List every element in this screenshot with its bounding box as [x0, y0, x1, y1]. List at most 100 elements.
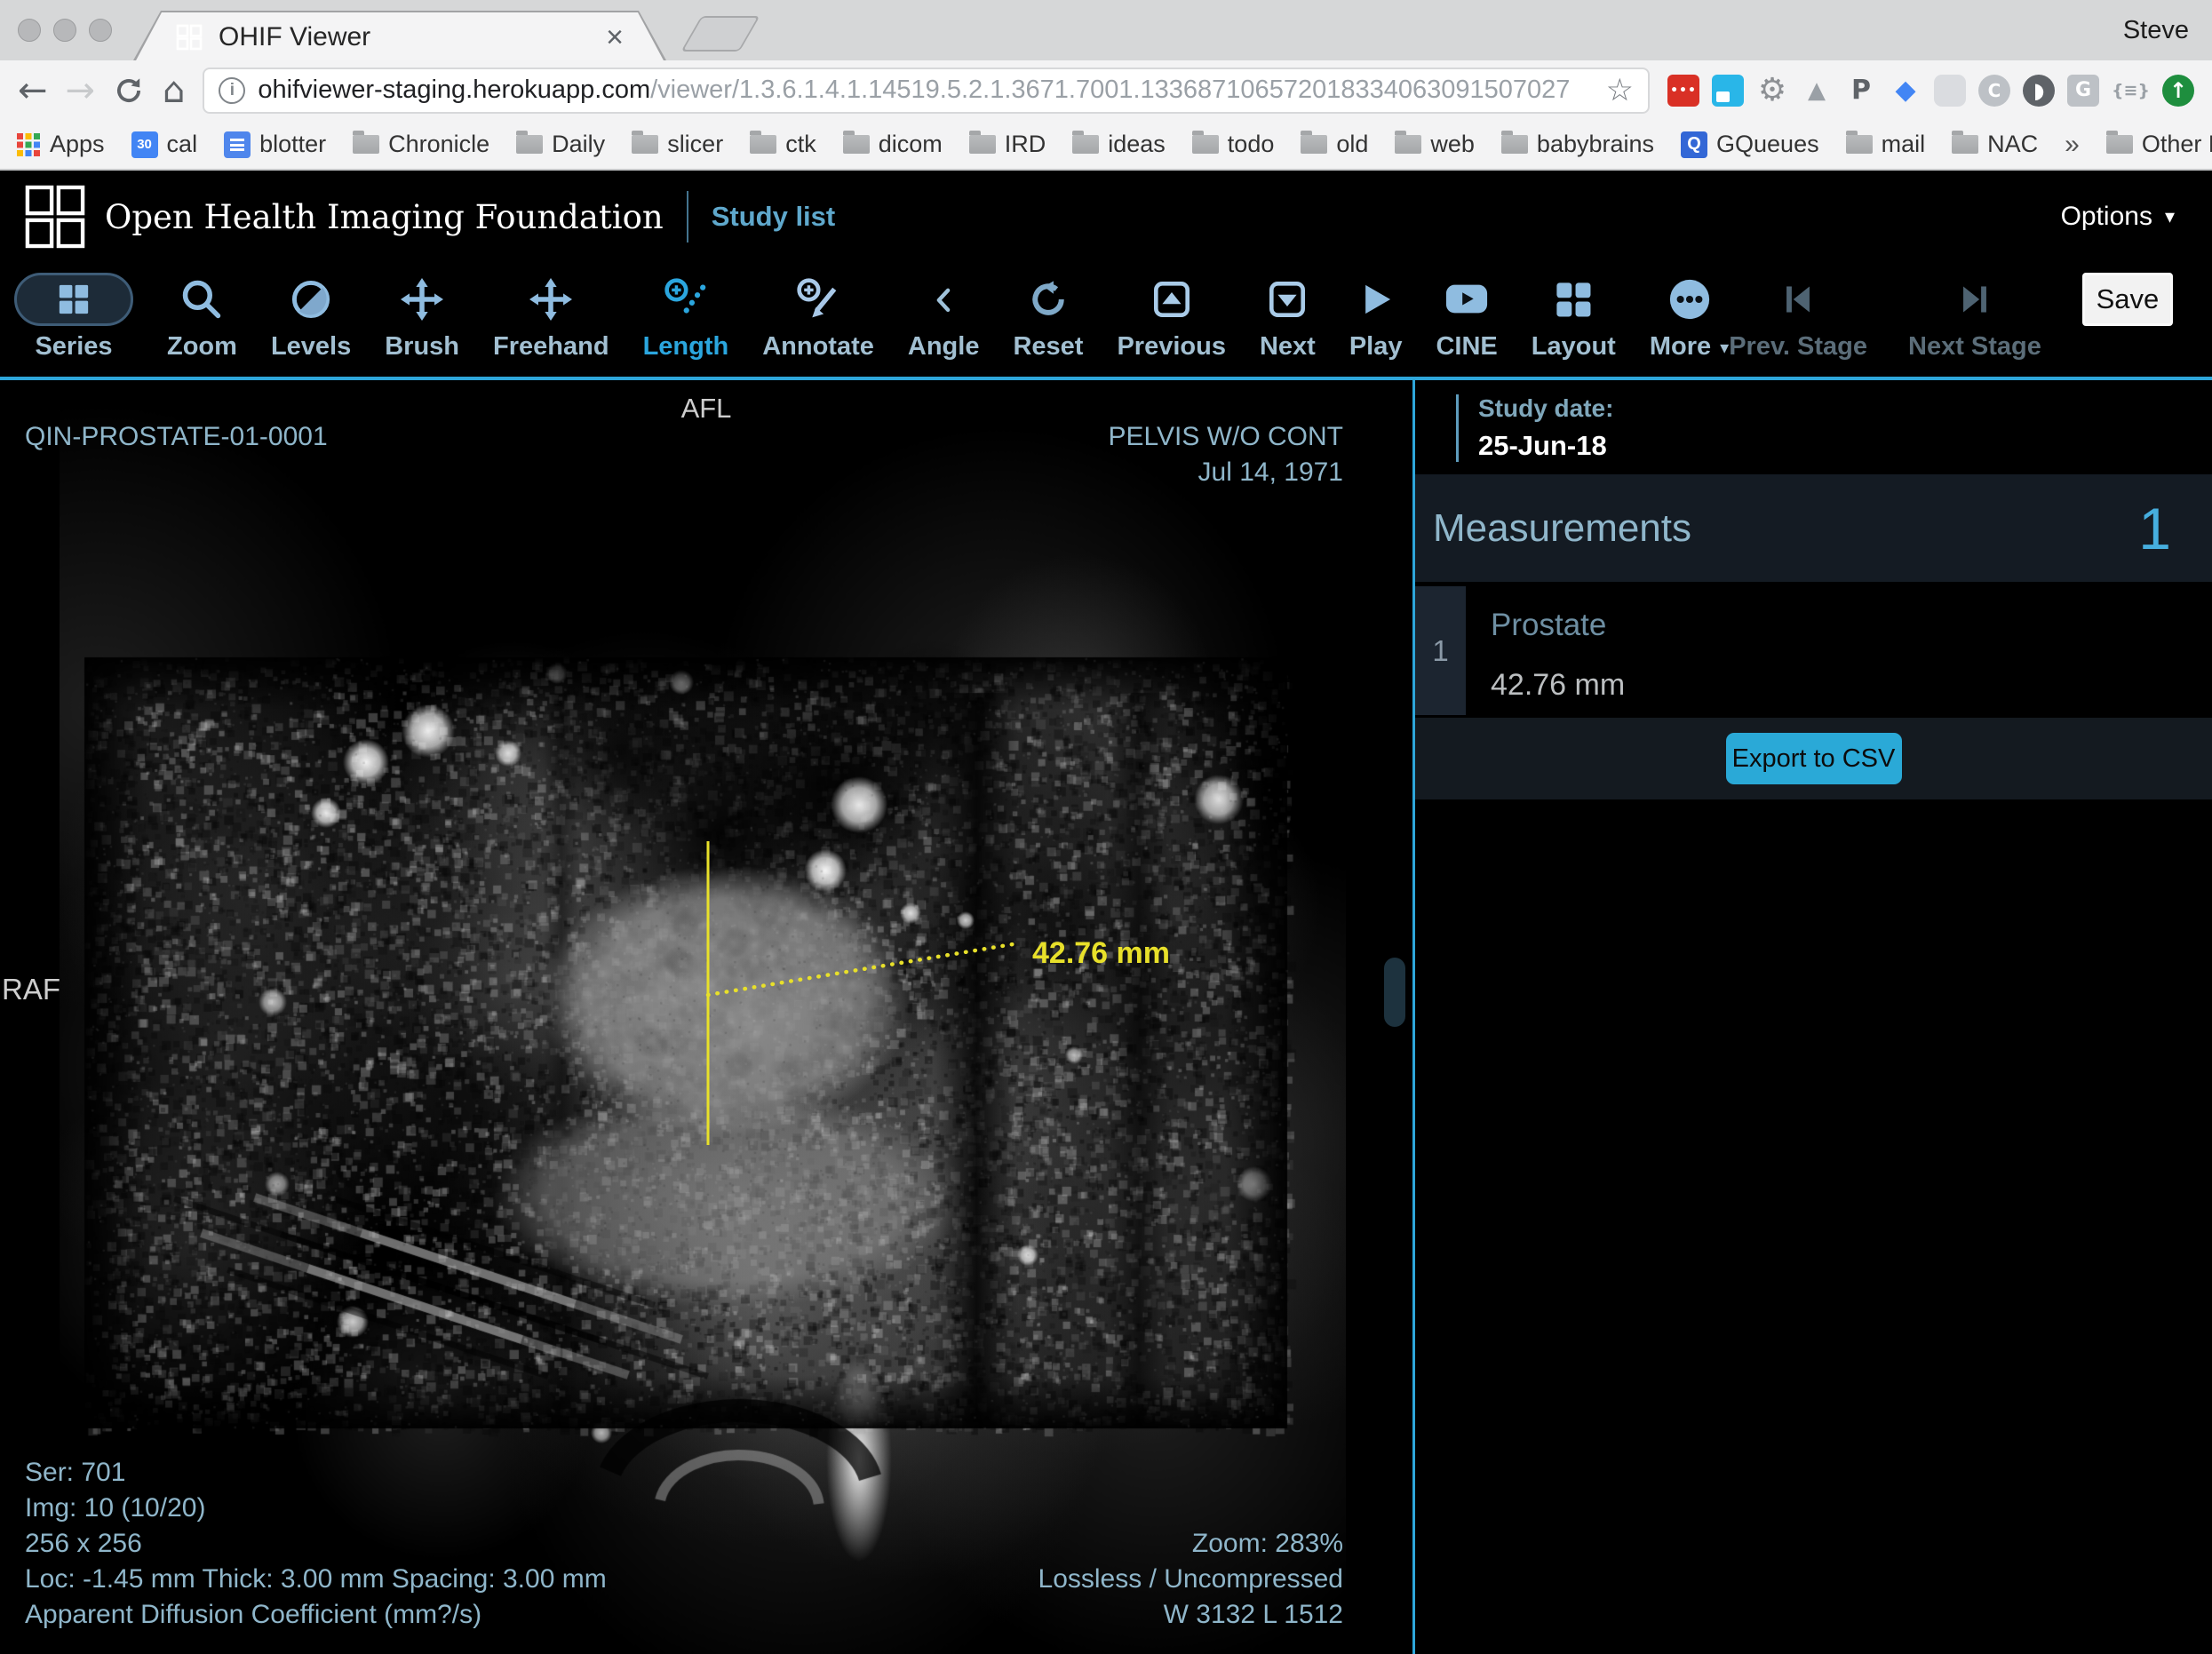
save-button[interactable]: Save: [2082, 273, 2173, 326]
study-date-label: Study date:: [1478, 394, 1613, 423]
annotate-icon: [796, 277, 840, 322]
cine-icon: [1444, 277, 1489, 322]
extension-icon-blue-square[interactable]: [1712, 75, 1744, 107]
extension-icon-dots[interactable]: •••: [1667, 75, 1699, 107]
tool-freehand[interactable]: Freehand: [493, 266, 609, 362]
extension-icon-p[interactable]: P: [1845, 75, 1877, 107]
series-active-pill: [14, 273, 133, 326]
measurements-panel: Study date: 25-Jun-18 Measurements 1 1 P…: [1415, 380, 2212, 1654]
bookmark-folder[interactable]: old: [1301, 131, 1368, 158]
extension-icon-up-arrow[interactable]: ↑: [2162, 75, 2194, 107]
reset-icon: [1027, 278, 1070, 321]
extension-icon-gear[interactable]: ⚙: [1756, 75, 1788, 107]
new-tab-button[interactable]: [680, 16, 760, 52]
extension-icon-braces[interactable]: {≡}: [2112, 75, 2150, 107]
home-icon[interactable]: ⌂: [163, 73, 185, 108]
browser-tab[interactable]: OHIF Viewer ×: [133, 11, 666, 60]
tool-annotate[interactable]: Annotate: [762, 266, 874, 362]
bookmark-folder[interactable]: dicom: [843, 131, 943, 158]
tool-bar: Series Zoom Levels Brush: [0, 263, 2212, 377]
layout-icon: [1554, 280, 1593, 319]
minimize-window-button[interactable]: [53, 19, 76, 42]
tool-layout[interactable]: Layout: [1532, 266, 1616, 362]
folder-icon: [843, 135, 870, 154]
forward-icon: →: [66, 73, 96, 108]
tool-length[interactable]: Length: [643, 266, 729, 362]
prev-stage-button[interactable]: Prev. Stage: [1729, 266, 1867, 362]
url-domain: ohifviewer-staging.herokuapp.com: [258, 76, 650, 104]
tool-next[interactable]: Next: [1260, 266, 1316, 362]
tab-close-icon[interactable]: ×: [606, 22, 624, 52]
ohif-favicon: [176, 24, 203, 51]
bookmark-folder[interactable]: slicer: [632, 131, 723, 158]
bookmark-gqueues[interactable]: GQueues: [1681, 131, 1819, 158]
bookmark-folder[interactable]: babybrains: [1501, 131, 1654, 158]
bookmark-folder[interactable]: todo: [1192, 131, 1275, 158]
bookmark-folder[interactable]: ctk: [750, 131, 816, 158]
measurement-row[interactable]: 1 Prostate 42.76 mm: [1415, 586, 2212, 715]
options-menu[interactable]: Options ▾: [2061, 202, 2175, 232]
extension-icon-g[interactable]: G: [2067, 75, 2099, 107]
maximize-window-button[interactable]: [89, 19, 112, 42]
app-header: Open Health Imaging Foundation Study lis…: [0, 171, 2212, 263]
extension-icon-speech[interactable]: [1934, 75, 1966, 107]
tab-title: OHIF Viewer: [219, 22, 590, 52]
header-divider: [687, 191, 688, 243]
export-csv-button[interactable]: Export to CSV: [1726, 733, 1902, 784]
folder-icon: [1301, 135, 1327, 154]
bookmark-folder[interactable]: ideas: [1072, 131, 1166, 158]
extension-icon-c[interactable]: C: [1978, 75, 2010, 107]
address-bar[interactable]: i ohifviewer-staging.herokuapp.com/viewe…: [203, 68, 1650, 114]
gqueues-icon: [1681, 131, 1707, 158]
series-icon: [55, 281, 92, 318]
bookmark-folder[interactable]: mail: [1846, 131, 1926, 158]
bookmark-folder[interactable]: NAC: [1952, 131, 2038, 158]
tool-reset[interactable]: Reset: [1013, 266, 1083, 362]
reload-icon[interactable]: [113, 75, 145, 107]
tool-more[interactable]: More▾: [1650, 266, 1729, 362]
next-stage-button[interactable]: Next Stage: [1908, 266, 2041, 362]
bookmark-folder[interactable]: IRD: [969, 131, 1046, 158]
extension-icon-crescent[interactable]: ◗: [2023, 75, 2055, 107]
angle-icon: [924, 280, 963, 319]
extension-icon-diamond[interactable]: ◆: [1890, 75, 1922, 107]
bookmarks-overflow-chevron[interactable]: »: [2065, 130, 2080, 160]
close-window-button[interactable]: [18, 19, 41, 42]
bookmark-other-bookmarks[interactable]: Other Bookmarks: [2106, 131, 2212, 158]
tool-brush[interactable]: Brush: [385, 266, 459, 362]
bookmark-folder[interactable]: Daily: [516, 131, 605, 158]
levels-icon: [290, 279, 331, 320]
study-list-link[interactable]: Study list: [712, 201, 836, 233]
tool-levels[interactable]: Levels: [271, 266, 351, 362]
folder-icon: [1072, 135, 1099, 154]
bookmark-star-icon[interactable]: ☆: [1606, 73, 1634, 108]
tool-play[interactable]: Play: [1349, 266, 1403, 362]
stack-scrollbar-thumb[interactable]: [1384, 958, 1405, 1027]
previous-image-icon: [1151, 279, 1192, 320]
measurement-name[interactable]: Prostate: [1491, 608, 1625, 643]
extension-icon-triangle[interactable]: ▲: [1801, 75, 1833, 107]
tool-previous[interactable]: Previous: [1117, 266, 1226, 362]
bookmark-apps[interactable]: Apps: [16, 131, 105, 158]
tool-angle[interactable]: Angle: [908, 266, 980, 362]
bookmarks-bar: Apps 30cal blotter Chronicle Daily slice…: [0, 120, 2212, 171]
play-icon: [1357, 280, 1396, 319]
tool-series[interactable]: Series: [14, 266, 133, 362]
browser-profile-name[interactable]: Steve: [2123, 16, 2189, 45]
tool-cine[interactable]: CINE: [1436, 266, 1497, 362]
dicom-viewport[interactable]: QIN-PROSTATE-01-0001 AFL PELVIS W/O CONT…: [0, 380, 1415, 1654]
measurements-header: Measurements 1: [1415, 474, 2212, 582]
page-info-icon[interactable]: i: [219, 77, 245, 104]
url-text[interactable]: ohifviewer-staging.herokuapp.com/viewer/…: [258, 76, 1593, 105]
folder-icon: [969, 135, 996, 154]
folder-icon: [2106, 135, 2133, 154]
zoom-icon: [180, 278, 223, 321]
tool-zoom[interactable]: Zoom: [167, 266, 237, 362]
bookmark-cal[interactable]: 30cal: [131, 131, 198, 158]
bookmark-folder[interactable]: web: [1395, 131, 1475, 158]
bookmark-folder[interactable]: Chronicle: [353, 131, 489, 158]
back-icon[interactable]: ←: [18, 73, 48, 108]
bookmark-blotter[interactable]: blotter: [224, 131, 326, 158]
chevron-down-icon: ▾: [1720, 337, 1729, 358]
window-controls: [18, 19, 112, 42]
